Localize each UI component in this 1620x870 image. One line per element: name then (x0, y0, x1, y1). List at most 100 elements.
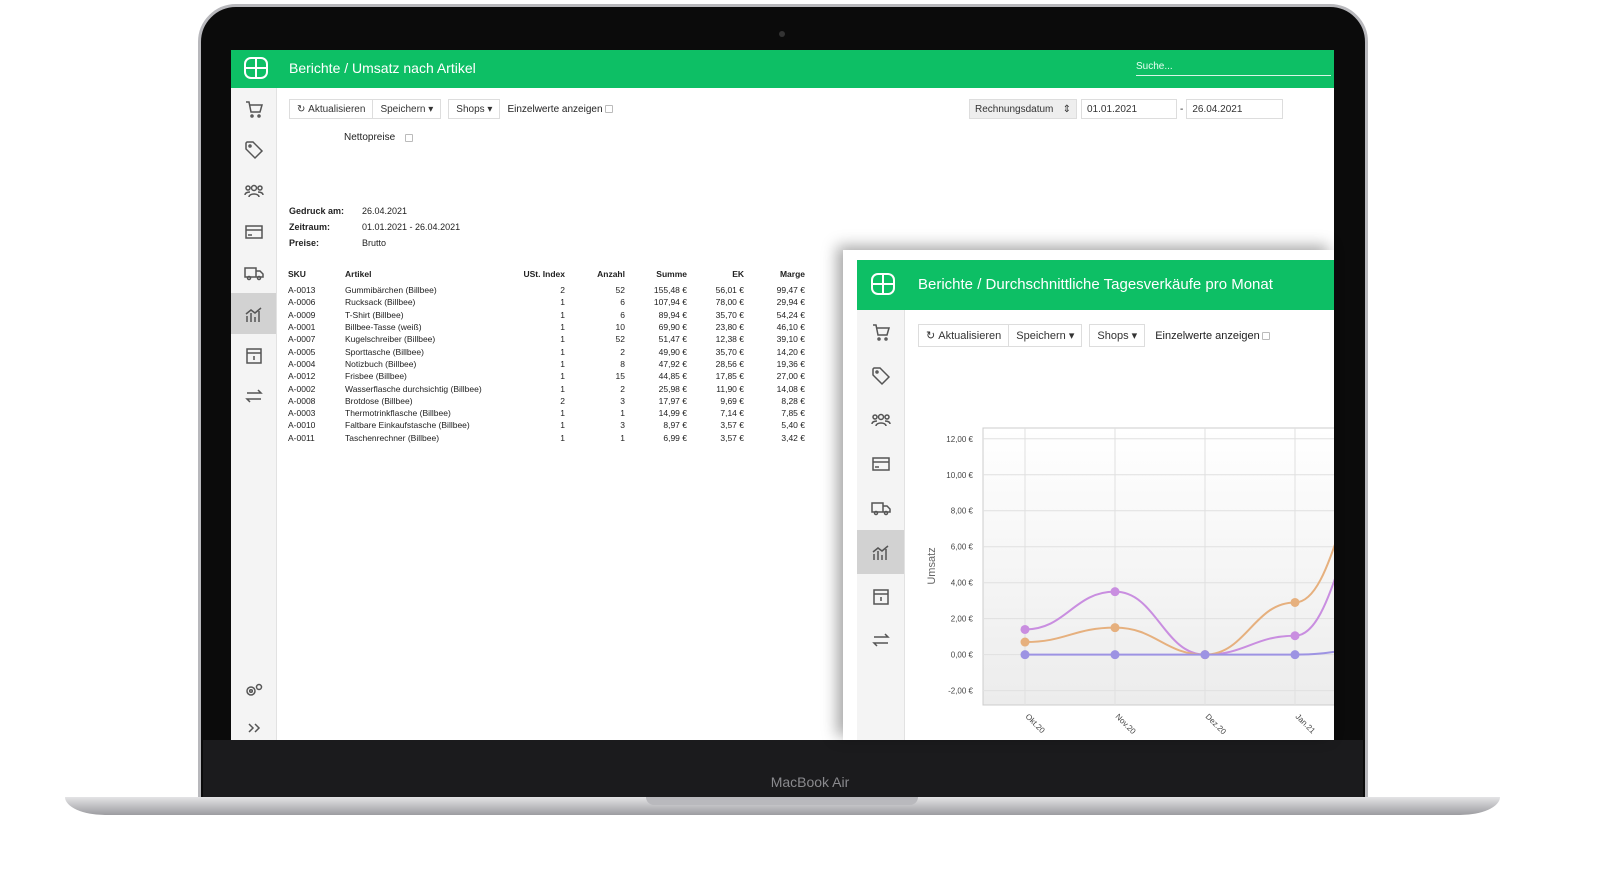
search-input[interactable]: Suche... (1136, 59, 1331, 76)
table-cell: 8 (620, 358, 625, 369)
table-cell: 7,85 € (781, 408, 805, 419)
sidebar-item-sync[interactable] (231, 375, 276, 416)
table-cell: 2 (560, 395, 565, 406)
table-row: A-0005 Sporttasche (Billbee) 1 2 49,90 € 35,7… (286, 345, 807, 357)
table-cell: 8,28 € (781, 395, 805, 406)
data-point (1290, 631, 1300, 641)
table-cell: 54,24 € (776, 309, 805, 320)
data-point (1110, 650, 1120, 660)
credit-card-icon (244, 224, 263, 239)
column-header: Anzahl (597, 269, 625, 279)
table-cell: 46,10 € (776, 322, 805, 333)
table-cell: 6 (620, 297, 625, 308)
caret-down-icon: ▾ (487, 103, 493, 115)
calendar-icon (245, 347, 262, 364)
refresh-icon: ↻ (297, 103, 309, 115)
sidebar-item-calendar[interactable] (231, 334, 276, 375)
table-cell: 2 (620, 383, 625, 394)
net-prices-label: Nettopreise (344, 132, 396, 143)
table-row: A-0010 Faltbare Einkaufstasche (Billbee) 1… (286, 419, 807, 431)
breadcrumb: Berichte / Umsatz nach Artikel (289, 60, 476, 76)
table-cell: A-0008 (288, 395, 316, 406)
x-tick-label: Okt.20 (1024, 712, 1047, 735)
refresh-button[interactable]: ↻ Aktualisieren (289, 99, 374, 119)
column-header: Summe (656, 269, 687, 279)
table-cell: 1 (560, 334, 565, 345)
date-separator: - (1180, 103, 1184, 115)
table-cell: 19,36 € (776, 358, 805, 369)
sidebar-item-reports[interactable] (231, 293, 276, 334)
table-cell: 52 (615, 285, 625, 296)
sidebar-item-customers[interactable] (231, 170, 276, 211)
table-cell: 3,57 € (720, 432, 744, 443)
table-cell: Thermotrinkflasche (Billbee) (345, 408, 451, 419)
shops-button[interactable]: Shops ▾ (448, 99, 501, 119)
table-cell: 39,10 € (776, 334, 805, 345)
save-button[interactable]: Speichern ▾ (373, 99, 442, 119)
table-cell: Rucksack (Billbee) (345, 297, 416, 308)
save-label: Speichern (380, 103, 426, 115)
table-row: A-0002 Wasserflasche durchsichtig (Billbe… (286, 382, 807, 394)
tag-icon (244, 140, 263, 159)
y-tick-label: 6,00 € (951, 543, 974, 552)
single-values-label: Einzelwerte anzeigen (507, 103, 603, 115)
chevrons-right-icon (248, 722, 261, 733)
table-cell: 1 (560, 420, 565, 431)
date-to-input[interactable]: 26.04.2021 (1186, 99, 1284, 119)
table-cell: 35,70 € (715, 346, 744, 357)
table-cell: 49,90 € (658, 346, 687, 357)
table-cell: 1 (560, 358, 565, 369)
table-cell: 78,00 € (715, 297, 744, 308)
table-cell: A-0011 (288, 432, 315, 443)
logo-icon[interactable] (243, 56, 269, 80)
meta-label: Zeitraum: (289, 222, 331, 232)
table-cell: Faltbare Einkaufstasche (Billbee) (345, 420, 470, 431)
y-tick-label: 12,00 € (946, 435, 973, 444)
table-cell: 56,01 € (715, 285, 744, 296)
sidebar-item-orders[interactable] (231, 88, 276, 129)
net-prices-checkbox[interactable] (405, 133, 414, 142)
sales-table: SKU Artikel USt. Index Anzahl Summe EK Marge A-… (286, 264, 807, 444)
cart-icon (245, 100, 263, 118)
table-row: A-0008 Brotdose (Billbee) 2 3 17,97 € 9,69 € 8… (286, 395, 807, 407)
table-cell: A-0012 (288, 371, 316, 382)
table-cell: 107,94 € (653, 297, 687, 308)
table-cell: 10 (615, 322, 625, 333)
table-cell: 9,69 € (720, 395, 744, 406)
date-from-input[interactable]: 01.01.2021 (1081, 99, 1177, 119)
table-row: A-0007 Kugelschreiber (Billbee) 1 52 51,47 €… (286, 333, 807, 345)
date-type-select[interactable]: Rechnungsdatum ⇕ (969, 99, 1077, 119)
line-chart: 12,00 € 10,00 € 8,00 € 6,00 € 4,00 € 2,00 € 0,… (926, 427, 1334, 737)
table-cell: 14,08 € (776, 383, 805, 394)
table-cell: 14,99 € (658, 408, 687, 419)
single-values-checkbox[interactable] (604, 105, 613, 113)
table-cell: Billbee-Tasse (weiß) (345, 322, 422, 333)
table-row: A-0009 T-Shirt (Billbee) 1 6 89,94 € 35,70 € 5… (286, 309, 807, 321)
y-tick-label: -2,00 € (948, 687, 973, 696)
sidebar-item-shipping[interactable] (231, 252, 276, 293)
table-cell: 17,85 € (715, 371, 744, 382)
table-cell: 35,70 € (715, 309, 744, 320)
table-row: A-0003 Thermotrinkflasche (Billbee) 1 1 14,9… (286, 407, 807, 419)
expand-sidebar-button[interactable] (231, 707, 277, 740)
table-cell: 47,92 € (658, 358, 687, 369)
table-cell: A-0009 (288, 309, 316, 320)
meta-label: Gedruck am: (289, 206, 345, 216)
table-cell: 5,40 € (781, 420, 805, 431)
column-header: EK (732, 269, 744, 279)
sidebar-item-payments[interactable] (231, 211, 276, 252)
table-cell: 1 (560, 383, 565, 394)
table-cell: A-0003 (288, 408, 316, 419)
sidebar (231, 88, 277, 740)
table-cell: 6,99 € (663, 432, 687, 443)
table-cell: 6 (620, 309, 625, 320)
table-cell: 25,98 € (658, 383, 687, 394)
laptop-notch (646, 797, 918, 805)
sidebar-item-products[interactable] (231, 129, 276, 170)
report-meta: Gedruck am: 26.04.2021 Zeitraum: 01.01.202… (289, 203, 460, 251)
table-cell: 155,48 € (653, 285, 687, 296)
table-cell: A-0002 (288, 383, 316, 394)
settings-button[interactable] (231, 669, 277, 710)
table-cell: A-0004 (288, 358, 316, 369)
table-cell: 1 (560, 432, 565, 443)
